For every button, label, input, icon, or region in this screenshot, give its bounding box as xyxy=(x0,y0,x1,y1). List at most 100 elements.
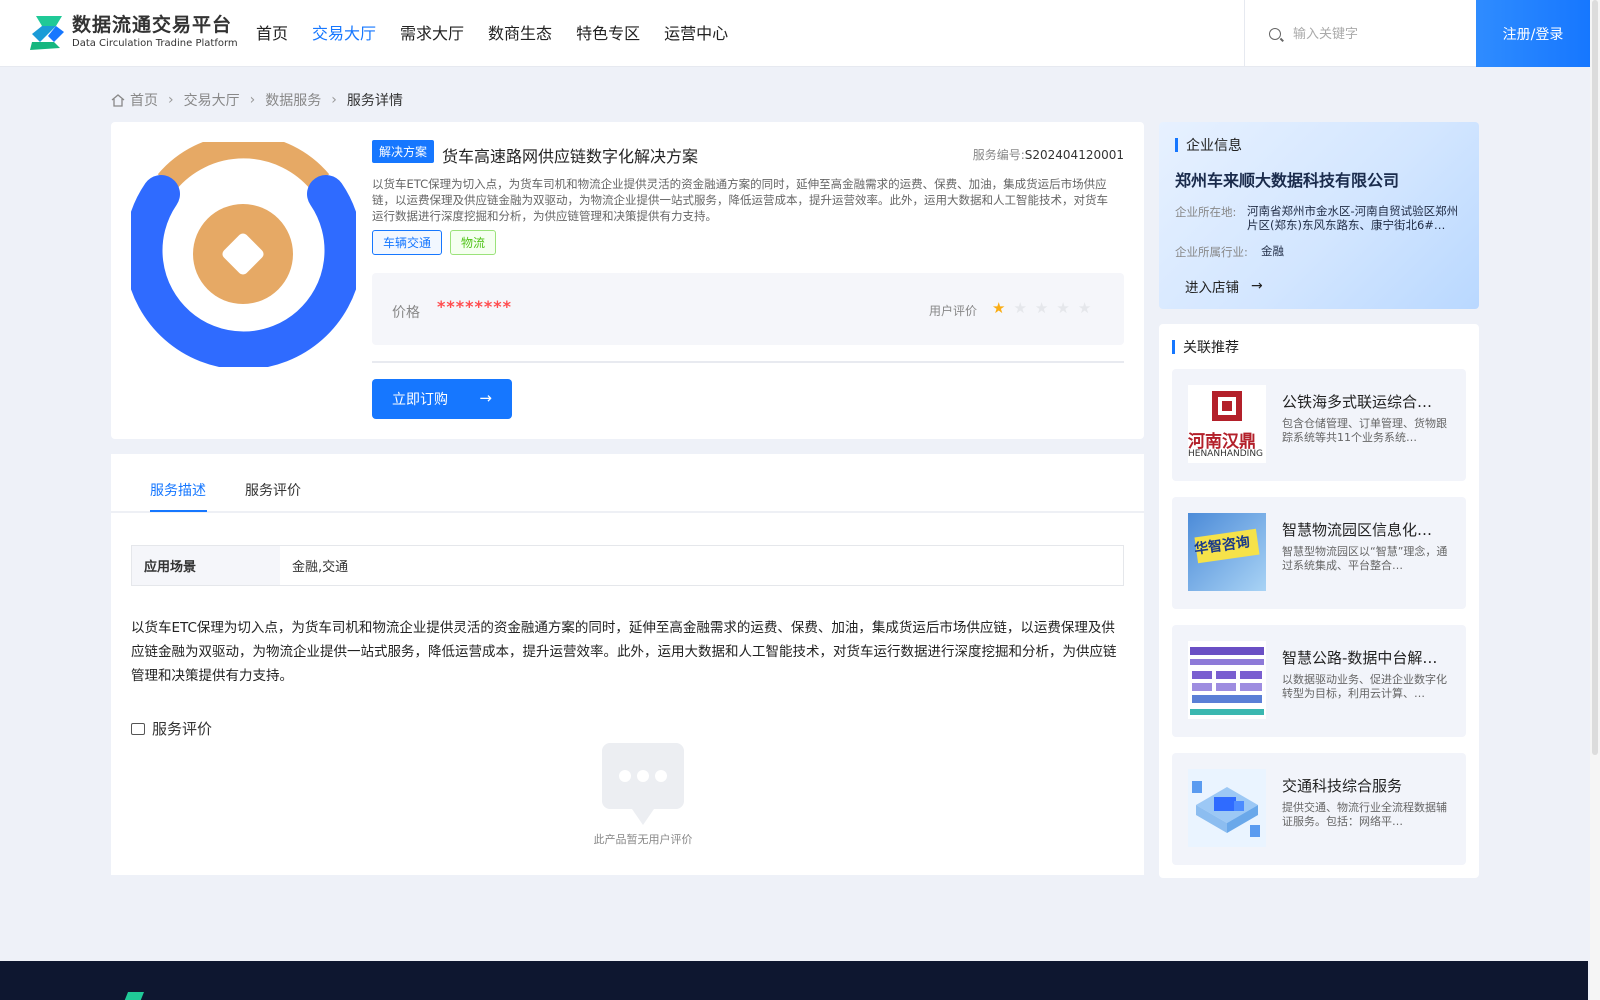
rating-stars: ★ ★ ★ ★ ★ xyxy=(992,299,1099,317)
tag-vehicle-traffic[interactable]: 车辆交通 xyxy=(372,230,443,255)
enter-shop-link[interactable]: 进入店铺 → xyxy=(1185,276,1263,296)
product-logo-image xyxy=(124,134,363,370)
login-register-button[interactable]: 注册/登录 xyxy=(1476,0,1590,67)
recommend-desc: 以数据驱动业务、促进企业数字化转型为目标，利用云计算、… xyxy=(1282,673,1447,700)
tab-service-description[interactable]: 服务描述 xyxy=(150,480,206,500)
company-info-card: 企业信息 郑州车来顺大数据科技有限公司 企业所在地: 河南省郑州市金水区-河南自… xyxy=(1159,122,1479,309)
recommend-title: 智慧物流园区信息化… xyxy=(1282,521,1433,539)
chat-icon xyxy=(131,722,145,735)
review-title-label: 服务评价 xyxy=(152,720,213,738)
related-recommend-card: 关联推荐 河南汉鼎 HENANHANDING 公铁海多式联运综合… 包含仓储管理… xyxy=(1159,324,1479,878)
nav-item-trading-hall[interactable]: 交易大厅 xyxy=(312,22,376,46)
nav-item-demand-hall[interactable]: 需求大厅 xyxy=(400,22,464,46)
price-label: 价格 xyxy=(392,305,420,321)
recommend-item[interactable]: 交通科技综合服务 提供交通、物流行业全流程数据辅证服务。包括：网络平… xyxy=(1172,753,1466,865)
nav-item-operations[interactable]: 运营中心 xyxy=(664,22,728,46)
thumb-brand-sub: HENANHANDING xyxy=(1188,449,1264,459)
section-bar xyxy=(1175,138,1178,152)
recommend-desc: 提供交通、物流行业全流程数据辅证服务。包括：网络平… xyxy=(1282,801,1447,828)
star-icon: ★ xyxy=(1077,299,1092,317)
logo-title: 数据流通交易平台 xyxy=(72,14,233,36)
star-icon: ★ xyxy=(1013,299,1027,317)
scrollbar-thumb[interactable] xyxy=(1592,0,1598,755)
service-detail-card: 服务描述 服务评价 应用场景 金融,交通 以货车ETC保理为切入点，为货车司机和… xyxy=(111,454,1144,875)
subscribe-now-button[interactable]: 立即订购 → xyxy=(372,379,512,419)
nav-item-ecosystem[interactable]: 数商生态 xyxy=(488,22,552,46)
recommend-thumbnail: 华智咨询 xyxy=(1188,513,1266,591)
recommend-item[interactable]: 河南汉鼎 HENANHANDING 公铁海多式联运综合… 包含仓储管理、订单管理… xyxy=(1172,369,1466,481)
product-tags: 车辆交通 物流 xyxy=(372,230,504,255)
recommend-title: 智慧公路-数据中台解… xyxy=(1282,649,1438,667)
empty-chat-icon xyxy=(600,741,686,829)
recommend-section-label: 关联推荐 xyxy=(1183,340,1239,356)
star-icon: ★ xyxy=(992,299,1006,317)
company-industry-row: 企业所属行业: 金融 xyxy=(1175,244,1479,260)
recommend-item[interactable]: 智慧公路-数据中台解… 以数据驱动业务、促进企业数字化转型为目标，利用云计算、… xyxy=(1172,625,1466,737)
footer-logo-icon xyxy=(124,991,146,1000)
tag-logistics[interactable]: 物流 xyxy=(450,230,497,255)
price-panel: 价格 ******** 用户评价 ★ ★ ★ ★ ★ xyxy=(372,273,1124,345)
product-description: 以货车ETC保理为切入点，为货车司机和物流企业提供灵活的资金融通方案的同时，延伸… xyxy=(372,177,1108,223)
price-value: ******** xyxy=(437,297,512,316)
recommend-thumbnail xyxy=(1188,641,1266,719)
enter-shop-label: 进入店铺 xyxy=(1185,280,1239,296)
divider xyxy=(372,361,1124,363)
location-label: 企业所在地: xyxy=(1175,205,1237,219)
platform-logo[interactable]: 数据流通交易平台 Data Circulation Tradine Platfo… xyxy=(28,12,238,52)
serial-label: 服务编号: xyxy=(972,148,1025,162)
industry-label: 企业所属行业: xyxy=(1175,245,1248,259)
active-tab-indicator xyxy=(150,510,207,512)
arrow-right-icon: → xyxy=(1251,278,1263,294)
recommend-title: 公铁海多式联运综合… xyxy=(1282,393,1433,411)
recommend-thumbnail: 河南汉鼎 HENANHANDING xyxy=(1188,385,1266,463)
recommend-thumbnail xyxy=(1188,769,1266,847)
company-section-title: 企业信息 xyxy=(1175,135,1242,155)
recommend-item[interactable]: 华智咨询 智慧物流园区信息化… 智慧型物流园区以“智慧”理念，通过系统集成、平台… xyxy=(1172,497,1466,609)
subscribe-label: 立即订购 xyxy=(392,392,448,408)
logo-subtitle: Data Circulation Tradine Platform xyxy=(72,38,238,49)
breadcrumb-current: 服务详情 xyxy=(346,93,403,109)
product-title: 货车高速路网供应链数字化解决方案 xyxy=(442,147,699,166)
breadcrumb-separator: › xyxy=(168,92,174,108)
breadcrumb-home[interactable]: 首页 xyxy=(130,90,158,110)
page-footer xyxy=(0,961,1588,1000)
recommend-desc: 智慧型物流园区以“智慧”理念，通过系统集成、平台整合… xyxy=(1282,545,1448,572)
page-scrollbar[interactable] xyxy=(1590,0,1600,1000)
main-nav: 首页 交易大厅 需求大厅 数商生态 特色专区 运营中心 xyxy=(256,22,752,46)
home-icon[interactable] xyxy=(111,93,125,107)
service-description-text: 以货车ETC保理为切入点，为货车司机和物流企业提供灵活的资金融通方案的同时，延伸… xyxy=(131,620,1117,684)
industry-value: 金融 xyxy=(1261,244,1284,258)
breadcrumb-data-service[interactable]: 数据服务 xyxy=(265,90,321,110)
rating-label: 用户评价 xyxy=(929,304,978,318)
detail-tabs: 服务描述 服务评价 xyxy=(111,454,1144,513)
section-bar xyxy=(1172,340,1175,354)
recommend-title: 交通科技综合服务 xyxy=(1282,777,1403,795)
search-box xyxy=(1244,0,1476,67)
breadcrumb: 首页 › 交易大厅 › 数据服务 › 服务详情 xyxy=(111,90,403,110)
company-location-row: 企业所在地: 河南省郑州市金水区-河南自贸试验区郑州片区(郑东)东风东路东、康宁… xyxy=(1175,204,1465,232)
scene-key: 应用场景 xyxy=(132,546,280,585)
tab-service-review[interactable]: 服务评价 xyxy=(245,480,301,500)
arrow-right-icon: → xyxy=(479,389,492,407)
breadcrumb-trading-hall[interactable]: 交易大厅 xyxy=(184,90,240,110)
nav-item-special-zone[interactable]: 特色专区 xyxy=(576,22,640,46)
serial-value: S202404120001 xyxy=(1024,148,1124,162)
empty-review-text: 此产品暂无用户评价 xyxy=(593,833,693,846)
logo-mark-icon xyxy=(28,12,68,52)
company-section-label: 企业信息 xyxy=(1186,138,1242,154)
location-value: 河南省郑州市金水区-河南自贸试验区郑州片区(郑东)东风东路东、康宁街北6#… xyxy=(1247,204,1459,232)
scene-table: 应用场景 金融,交通 xyxy=(131,545,1124,586)
breadcrumb-separator: › xyxy=(249,92,256,108)
search-icon[interactable] xyxy=(1269,27,1281,40)
star-icon: ★ xyxy=(1034,299,1049,317)
search-input[interactable] xyxy=(1293,26,1463,41)
nav-item-home[interactable]: 首页 xyxy=(256,22,288,46)
scene-value: 金融,交通 xyxy=(292,560,349,575)
service-serial: 服务编号:S202404120001 xyxy=(973,146,1124,163)
empty-review-state: 此产品暂无用户评价 xyxy=(553,741,733,847)
recommend-desc: 包含仓储管理、订单管理、货物跟踪系统等共11个业务系统… xyxy=(1282,417,1447,444)
review-section-title: 服务评价 xyxy=(131,718,212,739)
product-summary-card: 解决方案 货车高速路网供应链数字化解决方案 服务编号:S202404120001… xyxy=(111,122,1144,439)
top-header: 数据流通交易平台 Data Circulation Tradine Platfo… xyxy=(0,0,1590,67)
star-icon: ★ xyxy=(1056,299,1070,317)
